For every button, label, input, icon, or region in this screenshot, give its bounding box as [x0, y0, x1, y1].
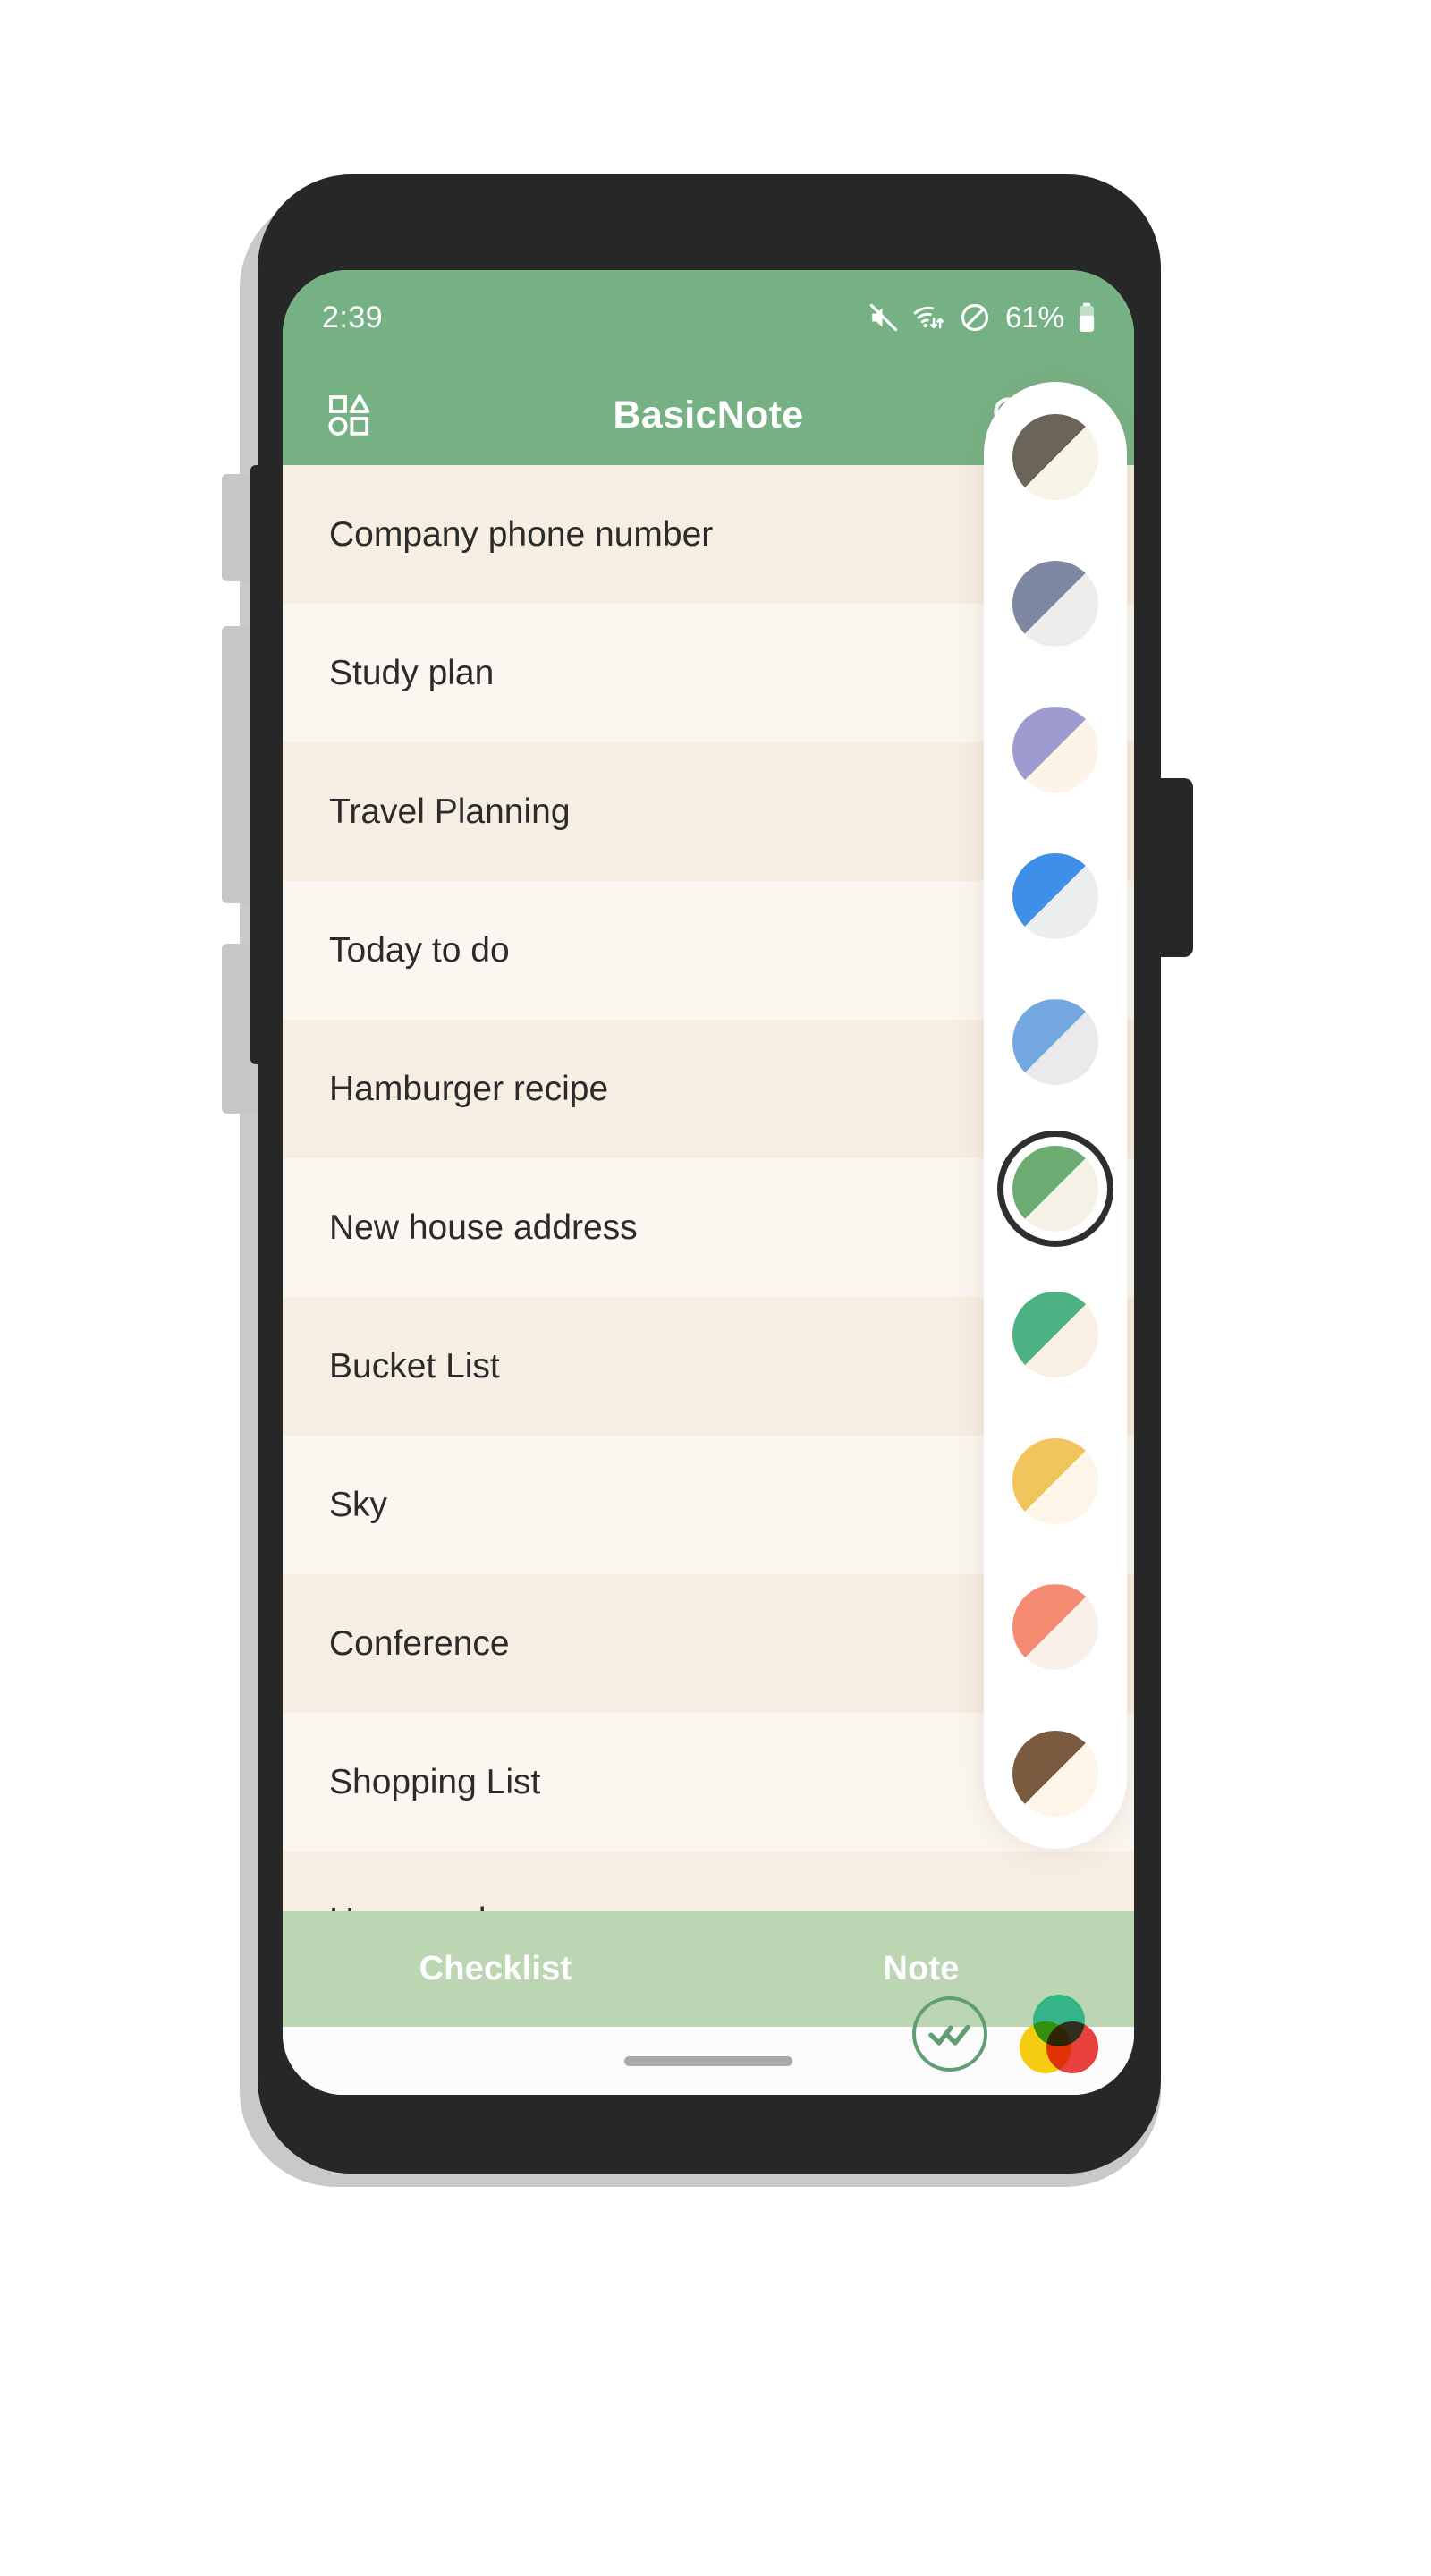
double-check-icon[interactable]: [912, 1996, 987, 2072]
color-swatch-light-blue[interactable]: [1012, 999, 1098, 1085]
phone-left-edge: [250, 465, 274, 1064]
wifi-icon: [912, 301, 946, 334]
note-title: Today to do: [329, 931, 510, 970]
note-title: Hamburger recipe: [329, 1070, 608, 1109]
status-bar: 2:39: [283, 270, 1134, 365]
shapes-icon[interactable]: [322, 387, 377, 443]
color-swatch-dark-taupe[interactable]: [1012, 414, 1098, 500]
wheel-circle-red: [1046, 2021, 1098, 2073]
status-time: 2:39: [322, 301, 383, 335]
screenshot-root: 2:39: [0, 0, 1431, 2576]
power-button[interactable]: [1159, 778, 1193, 957]
color-swatch-teal-green[interactable]: [1012, 1292, 1098, 1377]
color-wheel-icon[interactable]: [1020, 1995, 1098, 2073]
status-icons: 61%: [868, 301, 1097, 335]
color-swatch-blue[interactable]: [1012, 853, 1098, 939]
do-not-disturb-icon: [959, 301, 991, 334]
note-title: Travel Planning: [329, 792, 571, 832]
note-title: Company phone number: [329, 515, 713, 555]
color-swatch-slate-blue[interactable]: [1012, 561, 1098, 647]
color-swatch-salmon[interactable]: [1012, 1584, 1098, 1670]
note-title: Shopping List: [329, 1763, 540, 1802]
mute-icon: [868, 301, 900, 334]
battery-percent: 61%: [1005, 301, 1064, 335]
note-title: New house address: [329, 1208, 638, 1248]
color-swatch-green[interactable]: [1012, 1146, 1098, 1232]
tab-note[interactable]: Note: [708, 1950, 1134, 1988]
note-title: Sky: [329, 1486, 387, 1525]
battery-icon: [1077, 301, 1097, 334]
tab-checklist[interactable]: Checklist: [283, 1950, 708, 1988]
action-icons: [912, 1995, 1098, 2073]
color-swatch-brown[interactable]: [1012, 1731, 1098, 1817]
phone-screen: 2:39: [283, 270, 1134, 2095]
note-title: Conference: [329, 1624, 510, 1664]
note-title: Study plan: [329, 654, 494, 693]
color-swatch-amber[interactable]: [1012, 1438, 1098, 1524]
color-swatch-lavender[interactable]: [1012, 707, 1098, 792]
note-title: Bucket List: [329, 1347, 500, 1386]
home-indicator[interactable]: [624, 2056, 792, 2066]
color-picker-rail[interactable]: [984, 382, 1127, 1849]
